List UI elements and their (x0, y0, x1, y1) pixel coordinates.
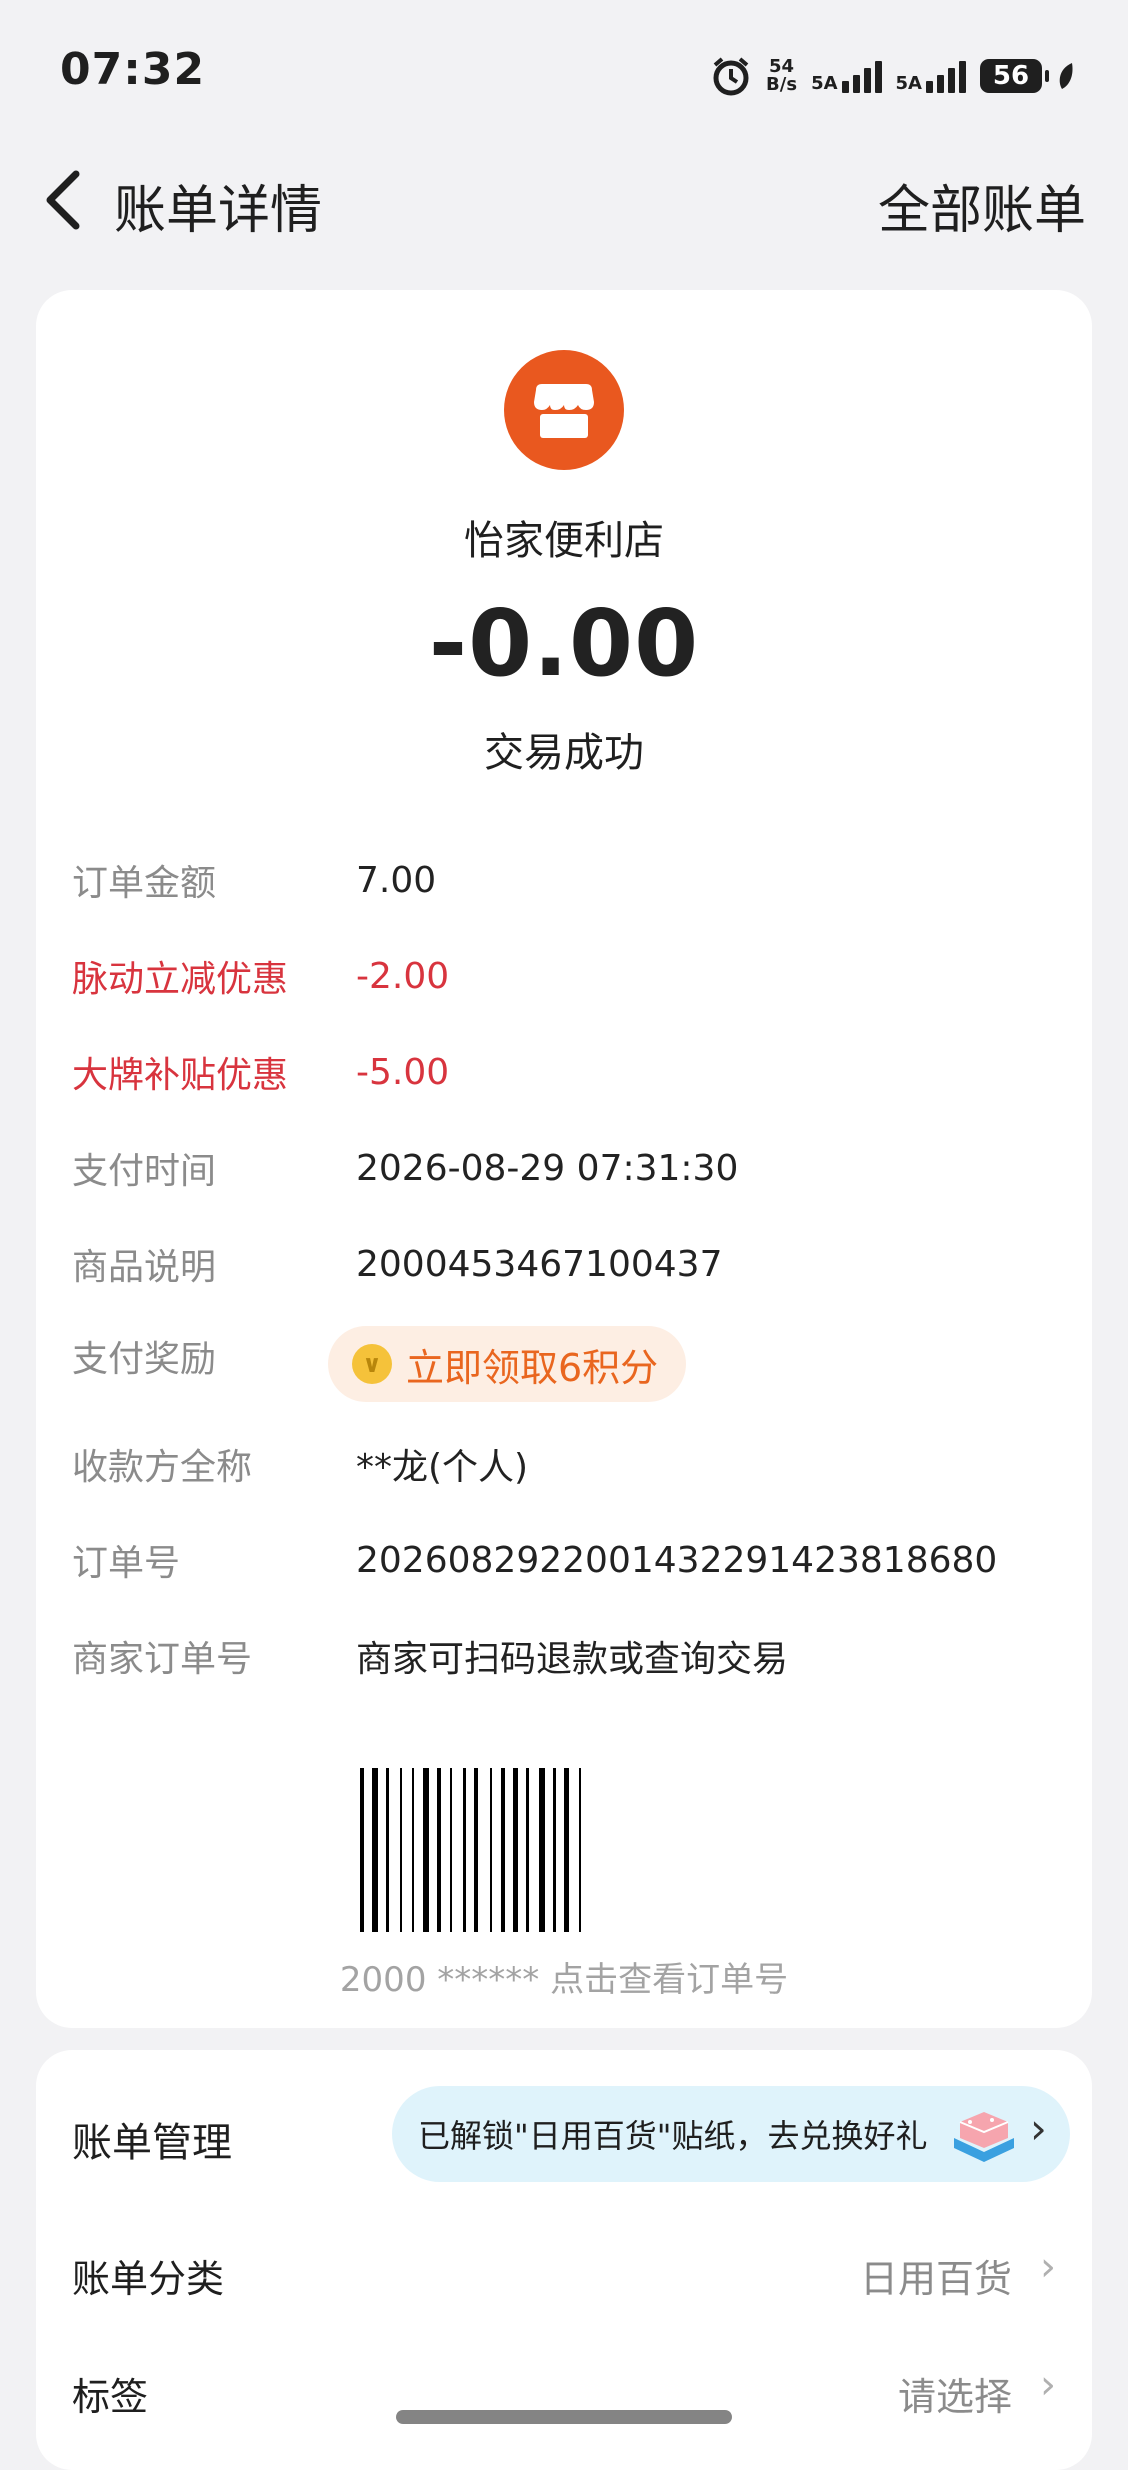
row-value: 商家可扫码退款或查询交易 (356, 1639, 789, 1680)
claim-points-label: 立即领取6积分 (406, 1345, 659, 1390)
row-value[interactable]: 2026082922001432291423818680 (356, 1540, 997, 1581)
gift-box-icon (954, 2112, 1014, 2162)
sim1-signal: 5A (811, 59, 882, 94)
row-value: -2.00 (356, 955, 450, 997)
detail-row-goods: 商品说明 2000453467100437 (72, 1234, 722, 1294)
claim-points-button[interactable]: ∨ 立即领取6积分 (328, 1326, 687, 1402)
bill-category-row[interactable]: 账单分类 日用百货 › (72, 2238, 1072, 2308)
row-label: 支付奖励 (72, 1339, 217, 1380)
sticker-promo-banner[interactable]: 已解锁"日用百货"贴纸，去兑换好礼 › (392, 2086, 1070, 2182)
detail-row-reward: 支付奖励 ∨ 立即领取6积分 (72, 1326, 687, 1402)
chevron-right-icon: › (1040, 2362, 1056, 2408)
all-bills-link[interactable]: 全部账单 (878, 168, 1086, 243)
battery-level: 56 (992, 61, 1030, 91)
status-icons: 54 B/s 5A 5A 56 (710, 50, 1076, 102)
row-label: 支付时间 (72, 1151, 217, 1192)
chevron-right-icon: › (1030, 2104, 1047, 2153)
home-indicator[interactable] (396, 2410, 732, 2424)
bill-detail-card: 怡家便利店 -0.00 交易成功 订单金额 7.00 脉动立减优惠 -2.00 … (36, 290, 1092, 2028)
status-bar: 07:32 54 B/s 5A 5A 56 (0, 0, 1128, 140)
row-label: 脉动立减优惠 (72, 959, 289, 1000)
back-arrow-icon[interactable] (30, 162, 100, 238)
promo-text: 已解锁"日用百货"贴纸，去兑换好礼 (418, 2117, 928, 2155)
row-label: 商家订单号 (72, 1639, 253, 1680)
net-speed: 54 B/s (766, 58, 797, 94)
battery-icon: 56 (980, 59, 1049, 93)
row-value: -5.00 (356, 1051, 450, 1093)
merchant-order-barcode[interactable] (360, 1768, 768, 1932)
transaction-status: 交易成功 (484, 730, 644, 776)
detail-row-order-no: 订单号 2026082922001432291423818680 (72, 1530, 997, 1590)
row-value: **龙(个人) (356, 1447, 529, 1488)
row-label: 订单金额 (72, 863, 217, 904)
detail-row-pay-time: 支付时间 2026-08-29 07:31:30 (72, 1138, 738, 1198)
detail-row-discount-2: 大牌补贴优惠 -5.00 (72, 1042, 449, 1102)
merchant-name: 怡家便利店 (464, 518, 664, 564)
sim2-label: 5A (895, 73, 922, 94)
nav-bar: 账单详情 全部账单 (0, 140, 1128, 260)
coin-icon: ∨ (352, 1344, 392, 1384)
barcode-caption[interactable]: 2000 ****** 点击查看订单号 (36, 1952, 1092, 2001)
row-value: 2026-08-29 07:31:30 (356, 1147, 739, 1189)
transaction-amount: -0.00 (428, 590, 700, 697)
row-value: 7.00 (356, 859, 437, 901)
page-title: 账单详情 (114, 181, 323, 241)
bill-management-card: 账单管理 已解锁"日用百货"贴纸，去兑换好礼 › 账单分类 日用百货 › 标签 … (36, 2050, 1092, 2470)
category-value: 日用百货 (859, 2257, 1012, 2301)
row-label: 大牌补贴优惠 (72, 1055, 289, 1096)
row-label: 订单号 (72, 1543, 181, 1584)
chevron-right-icon: › (1040, 2244, 1056, 2290)
sim2-signal: 5A (896, 59, 966, 93)
alarm-icon (713, 57, 749, 96)
tag-label: 标签 (72, 2375, 149, 2419)
leaf-icon (1059, 63, 1073, 89)
row-value: 2000453467100437 (356, 1243, 723, 1285)
status-time: 07:32 (60, 44, 206, 95)
detail-row-order-amount: 订单金额 7.00 (72, 850, 436, 910)
row-label: 收款方全称 (72, 1447, 253, 1488)
detail-row-payee: 收款方全称 **龙(个人) (72, 1434, 528, 1494)
signal-icon (926, 59, 966, 93)
row-label: 商品说明 (72, 1247, 217, 1288)
detail-row-discount-1: 脉动立减优惠 -2.00 (72, 946, 449, 1006)
sim1-label: 5A (811, 73, 838, 94)
signal-icon (841, 59, 882, 93)
store-icon (504, 350, 624, 470)
category-label: 账单分类 (72, 2257, 225, 2301)
net-speed-unit: B/s (766, 74, 798, 95)
detail-row-merchant-order: 商家订单号 商家可扫码退款或查询交易 (72, 1626, 788, 1686)
management-title: 账单管理 (72, 2120, 232, 2166)
tag-value: 请选择 (897, 2375, 1012, 2419)
